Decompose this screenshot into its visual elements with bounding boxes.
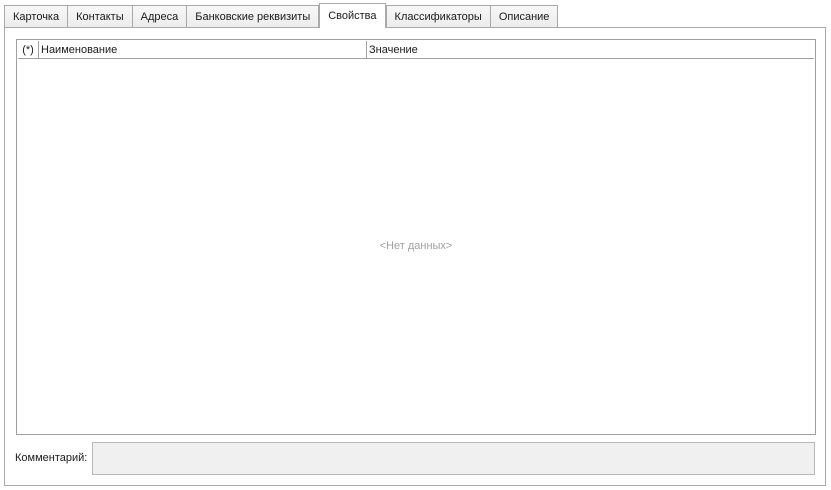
column-header-value[interactable]: Значение <box>367 41 814 58</box>
column-header-indicator[interactable]: (*) <box>18 41 39 58</box>
tab-addresses[interactable]: Адреса <box>131 5 188 28</box>
column-header-name[interactable]: Наименование <box>39 41 367 58</box>
properties-window: Карточка Контакты Адреса Банковские рекв… <box>0 0 831 490</box>
tab-description[interactable]: Описание <box>489 5 559 28</box>
tab-contacts[interactable]: Контакты <box>67 5 133 28</box>
properties-grid[interactable]: (*) Наименование Значение <Нет данных> <box>16 39 816 435</box>
tab-bank-details[interactable]: Банковские реквизиты <box>186 5 320 28</box>
comment-label: Комментарий: <box>15 452 88 464</box>
tab-classifiers[interactable]: Классификаторы <box>385 5 491 28</box>
tab-properties[interactable]: Свойства <box>319 3 386 28</box>
comment-field[interactable] <box>92 442 815 475</box>
tab-strip: Карточка Контакты Адреса Банковские рекв… <box>4 3 559 28</box>
properties-tab-page: (*) Наименование Значение <Нет данных> К… <box>4 27 826 486</box>
tab-card[interactable]: Карточка <box>4 5 69 28</box>
empty-grid-message: <Нет данных> <box>379 240 453 252</box>
grid-header: (*) Наименование Значение <box>18 41 814 59</box>
